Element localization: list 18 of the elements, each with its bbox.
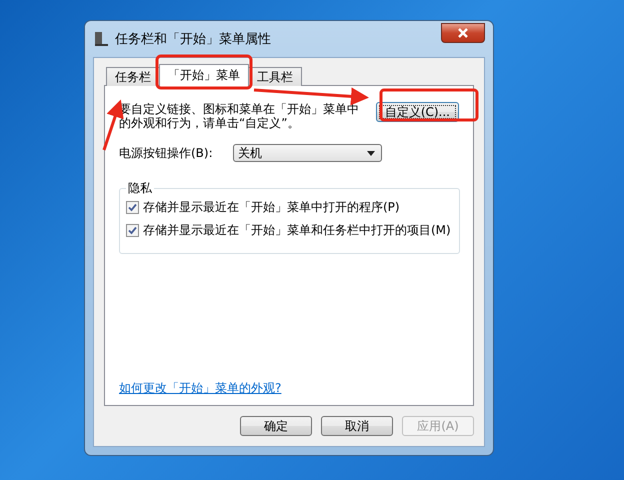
dialog-button[interactable]: 确定 bbox=[240, 416, 312, 436]
close-icon bbox=[458, 28, 468, 38]
checkbox-label: 存储并显示最近在「开始」菜单和任务栏中打开的项目(M) bbox=[143, 222, 451, 239]
checkbox[interactable] bbox=[126, 201, 139, 214]
app-icon bbox=[93, 31, 109, 47]
close-button[interactable] bbox=[441, 23, 485, 43]
group-title: 隐私 bbox=[127, 180, 153, 197]
dialog-button[interactable]: 取消 bbox=[321, 416, 393, 436]
tab[interactable]: 任务栏 bbox=[106, 67, 160, 86]
checkbox[interactable] bbox=[126, 224, 139, 237]
checkbox-label: 存储并显示最近在「开始」菜单中打开的程序(P) bbox=[143, 199, 400, 216]
help-link[interactable]: 如何更改「开始」菜单的外观? bbox=[119, 380, 459, 397]
power-button-label: 电源按钮操作(B): bbox=[119, 144, 214, 162]
tab[interactable]: 「开始」菜单 bbox=[159, 64, 249, 86]
tab[interactable]: 工具栏 bbox=[248, 67, 302, 86]
power-action-dropdown[interactable]: 关机 bbox=[233, 144, 382, 162]
dropdown-arrow-icon bbox=[367, 150, 375, 156]
window-title: 任务栏和「开始」菜单属性 bbox=[115, 31, 272, 48]
